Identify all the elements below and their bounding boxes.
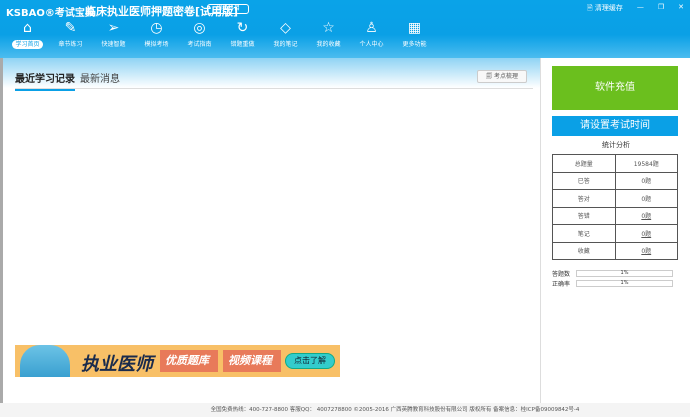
stat-label: 总题量 <box>552 154 616 173</box>
stats-row: 已答 0题 <box>552 171 678 190</box>
compass-icon: ◎ <box>193 20 206 36</box>
key-points-label: 考点梳理 <box>493 73 518 80</box>
nav-item-label: 考试指南 <box>187 41 212 48</box>
stat-label: 答错 <box>552 206 616 225</box>
stats-row: 答错 0题 <box>552 206 678 225</box>
banner-title: 执业医师 <box>81 354 153 375</box>
nav-item-label: 更多功能 <box>402 41 427 48</box>
clock-icon: ◷ <box>150 20 163 36</box>
nav-item[interactable]: ▦ 更多功能 <box>393 18 436 49</box>
nav-item-label: 错题重做 <box>230 41 255 48</box>
nav-item[interactable]: ♙ 个人中心 <box>350 18 393 49</box>
answered-label: 答题数 <box>552 271 571 278</box>
ad-banner[interactable]: 执业医师 优质题库 视频课程 点击了解 <box>15 345 340 377</box>
stat-value[interactable]: 0题 <box>614 241 678 260</box>
refresh-icon: ↻ <box>236 20 249 36</box>
switch-subject-button[interactable]: 切换科目 <box>207 4 249 14</box>
send-icon: ➢ <box>107 20 120 36</box>
stat-label: 已答 <box>552 171 616 190</box>
edit-icon: ✎ <box>64 20 77 36</box>
clear-cache-label: 清理缓存 <box>594 4 623 12</box>
minimize-button[interactable]: — <box>637 3 644 15</box>
clear-cache-button[interactable]: 🗎 清理缓存 <box>587 3 623 15</box>
recharge-button[interactable]: 软件充值 <box>552 66 678 110</box>
answered-bar: 1% <box>576 270 674 277</box>
nav-item[interactable]: ✎ 章节练习 <box>49 18 92 49</box>
accuracy-label: 正确率 <box>552 281 571 288</box>
nav-item[interactable]: ↻ 错题重做 <box>221 18 264 49</box>
stat-value[interactable]: 0题 <box>614 224 678 243</box>
stat-value: 19584题 <box>614 154 678 173</box>
header: KSBAO®考试宝典 临床执业医师押题密卷[试用版] 切换科目 🗎 清理缓存 —… <box>0 0 690 58</box>
brand-logo: KSBAO®考试宝典 <box>6 8 95 19</box>
nav-item-label: 章节练习 <box>58 41 83 48</box>
grid-icon: ▦ <box>407 20 422 36</box>
nav-item[interactable]: ◎ 考试指南 <box>178 18 221 49</box>
set-exam-time-button[interactable]: 请设置考试时间 <box>552 116 678 136</box>
answered-progress: 答题数 1% <box>552 269 674 278</box>
doctor-image <box>20 345 70 377</box>
stats-row: 收藏 0题 <box>552 241 678 260</box>
nav-item-label: 模拟考场 <box>144 41 169 48</box>
tag-icon: ◇ <box>280 20 291 36</box>
star-icon: ☆ <box>322 20 335 36</box>
stats-row: 答对 0题 <box>552 189 678 208</box>
banner-tag: 视频课程 <box>223 350 281 372</box>
divider <box>15 88 533 89</box>
restore-button[interactable]: ❐ <box>658 3 664 15</box>
stat-label: 答对 <box>552 189 616 208</box>
stats-title: 统计分析 <box>602 141 630 149</box>
stat-value[interactable]: 0题 <box>614 206 678 225</box>
stat-label: 收藏 <box>552 241 616 260</box>
stats-row: 总题量 19584题 <box>552 154 678 173</box>
stat-label: 笔记 <box>552 224 616 243</box>
main-nav: ⌂ 学习首页 ✎ 章节练习 ➢ 快速智题 ◷ 模拟考场 ◎ 考试指南 ↻ 错题重做 ◇ 我的笔记 ☆ 我的收藏… <box>6 18 436 49</box>
nav-item-label: 快速智题 <box>101 41 126 48</box>
accuracy-bar: 1% <box>576 280 674 287</box>
nav-item-label: 学习首页 <box>12 40 43 49</box>
accuracy-progress: 正确率 1% <box>552 279 674 288</box>
key-points-button[interactable]: 🗐 考点梳理 <box>477 70 527 83</box>
stats-table: 总题量 19584题 已答 0题 答对 0题 答错 0题 笔记 0题 收藏 0题 <box>552 154 678 260</box>
nav-item[interactable]: ◇ 我的笔记 <box>264 18 307 49</box>
stats-row: 笔记 0题 <box>552 224 678 243</box>
nav-item[interactable]: ⌂ 学习首页 <box>6 18 49 49</box>
sidebar: 软件充值 请设置考试时间 统计分析 总题量 19584题 已答 0题 答对 0题 答错 0题笔… <box>540 58 690 403</box>
footer: 全国免费热线：400-727-8800 客服QQ： 4007278800 ©20… <box>210 407 580 413</box>
nav-item-label: 我的笔记 <box>273 41 298 48</box>
nav-item[interactable]: ➢ 快速智题 <box>92 18 135 49</box>
learn-more-button[interactable]: 点击了解 <box>285 353 335 369</box>
window-controls: 🗎 清理缓存 — ❐ ✕ <box>587 3 684 15</box>
main-panel: 最近学习记录 最新消息 🗐 考点梳理 执业医师 优质题库 视频课程 点击了解 <box>0 58 540 403</box>
stat-value: 0题 <box>614 171 678 190</box>
nav-item-label: 我的收藏 <box>316 41 341 48</box>
home-icon: ⌂ <box>23 20 32 36</box>
banner-tag: 优质题库 <box>160 350 218 372</box>
stat-value: 0题 <box>614 189 678 208</box>
nav-item-label: 个人中心 <box>359 41 384 48</box>
user-icon: ♙ <box>365 20 378 36</box>
close-button[interactable]: ✕ <box>678 3 684 15</box>
nav-item[interactable]: ◷ 模拟考场 <box>135 18 178 49</box>
nav-item[interactable]: ☆ 我的收藏 <box>307 18 350 49</box>
